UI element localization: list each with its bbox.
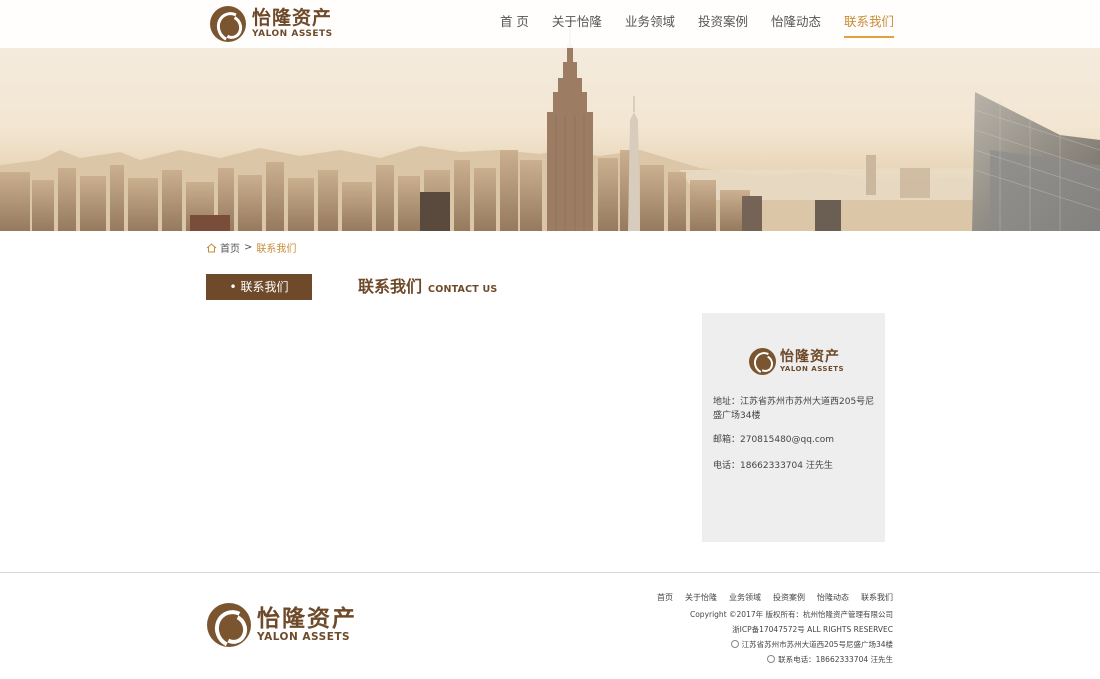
breadcrumb-current[interactable]: 联系我们 [256, 240, 296, 255]
footer-nav-about[interactable]: 关于怡隆 [685, 592, 717, 603]
footer-nav-news[interactable]: 怡隆动态 [817, 592, 849, 603]
home-icon [206, 242, 217, 252]
site-header: 怡隆资产 YALON ASSETS 首 页 关于怡隆 业务领域 投资案例 怡隆动… [0, 0, 1100, 48]
logo-en: YALON ASSETS [252, 29, 333, 39]
footer-icp: 浙ICP备17047572号 ALL RIGHTS RESERVEC [732, 625, 893, 634]
footer-logo-text: 怡隆资产 YALON ASSETS [257, 607, 357, 644]
breadcrumb-home[interactable]: 首页 [220, 240, 240, 255]
footer-nav: 首页 关于怡隆 业务领域 投资案例 怡隆动态 联系我们 [645, 592, 893, 603]
nav-news[interactable]: 怡隆动态 [771, 0, 821, 48]
yalon-logo-icon [207, 603, 251, 647]
breadcrumb-separator: > [244, 242, 253, 253]
yalon-logo-icon [749, 348, 776, 375]
footer-logo[interactable]: 怡隆资产 YALON ASSETS [207, 603, 357, 647]
card-logo-cn: 怡隆资产 [780, 348, 840, 365]
footer-logo-cn: 怡隆资产 [257, 605, 357, 632]
nav-business[interactable]: 业务领域 [625, 0, 675, 48]
footer-address: 江苏省苏州市苏州大道西205号尼盛广场34楼 [741, 640, 893, 649]
card-logo-text: 怡隆资产 YALON ASSETS [780, 348, 845, 374]
footer-copyright: Copyright ©2017年 版权所有：杭州怡隆资产管理有限公司 [689, 610, 893, 619]
page-title: 联系我们 CONTACT US [358, 273, 497, 297]
sidebar-item-contact[interactable]: • 联系我们 [206, 274, 312, 300]
footer-nav-contact[interactable]: 联系我们 [861, 592, 893, 603]
footer-logo-en: YALON ASSETS [257, 630, 351, 643]
footer-nav-home[interactable]: 首页 [657, 592, 673, 603]
main-nav: 首 页 关于怡隆 业务领域 投资案例 怡隆动态 联系我们 [477, 0, 895, 48]
footer-info: 首页 关于怡隆 业务领域 投资案例 怡隆动态 联系我们 Copyright ©2… [645, 592, 893, 667]
yalon-logo-icon [210, 6, 246, 42]
footer-address-line: 江苏省苏州市苏州大道西205号尼盛广场34楼 [645, 637, 893, 652]
nav-home[interactable]: 首 页 [500, 0, 529, 48]
footer-phone-line: 联系电话：18662333704 汪先生 [645, 652, 893, 667]
nav-contact[interactable]: 联系我们 [843, 0, 895, 48]
breadcrumb: 首页 > 联系我们 [206, 240, 296, 255]
site-logo[interactable]: 怡隆资产 YALON ASSETS [210, 5, 333, 43]
contact-email: 邮箱：270815480@qq.com [713, 435, 835, 445]
page-title-en: CONTACT US [428, 284, 498, 295]
phone-icon [767, 655, 776, 663]
footer-phone: 联系电话：18662333704 汪先生 [778, 655, 893, 664]
footer-nav-cases[interactable]: 投资案例 [773, 592, 805, 603]
card-logo: 怡隆资产 YALON ASSETS [749, 348, 844, 375]
card-logo-en: YALON ASSETS [780, 364, 845, 373]
logo-text: 怡隆资产 YALON ASSETS [252, 8, 333, 40]
contact-card: 怡隆资产 YALON ASSETS 地址：江苏省苏州市苏州大道西205号尼盛广场… [702, 313, 885, 542]
location-icon [730, 640, 739, 648]
footer-divider [0, 572, 1100, 573]
page-title-cn: 联系我们 [358, 277, 423, 296]
footer-nav-business[interactable]: 业务领域 [729, 592, 761, 603]
contact-phone: 电话：18662333704 汪先生 [713, 461, 833, 471]
logo-cn: 怡隆资产 [252, 7, 333, 29]
contact-address: 地址：江苏省苏州市苏州大道西205号尼盛广场34楼 [713, 397, 875, 421]
nav-about[interactable]: 关于怡隆 [552, 0, 602, 48]
nav-cases[interactable]: 投资案例 [698, 0, 748, 48]
